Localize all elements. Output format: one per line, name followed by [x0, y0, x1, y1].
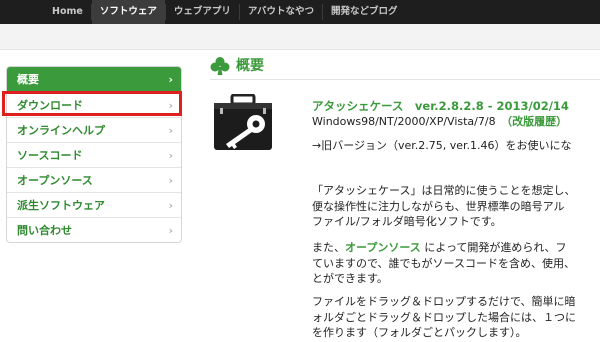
sidebar-item-open-source[interactable]: オープンソース ›	[7, 167, 181, 192]
text-line: を作ります（フォルダごとパックします）。	[312, 326, 527, 339]
chevron-right-icon: ›	[168, 224, 173, 237]
text-line: また、オープンソース によって開発が進められ、フ	[312, 240, 575, 256]
chevron-right-icon: ›	[168, 99, 173, 112]
page-title: 概要	[236, 58, 264, 74]
text-segment: によって開発が進められ、フ	[424, 241, 567, 254]
text-line: ファイルをドラッグ＆ドロップするだけで、簡単に暗	[312, 295, 576, 308]
briefcase-key-icon	[214, 94, 272, 150]
sidebar-item-online-help[interactable]: オンラインヘルプ ›	[7, 117, 181, 142]
sidebar-item-download[interactable]: ダウンロード ›	[7, 92, 181, 117]
supported-os: Windows98/NT/2000/XP/Vista/7/8 （改版履歴）	[312, 113, 567, 129]
os-text: Windows98/NT/2000/XP/Vista/7/8	[312, 115, 507, 128]
nav-about[interactable]: アバウトなやつ	[240, 0, 322, 24]
nav-software[interactable]: ソフトウェア	[91, 0, 165, 24]
chevron-right-icon: ›	[168, 149, 173, 162]
sidebar-item-derived-software[interactable]: 派生ソフトウェア ›	[7, 192, 181, 217]
section-header: 概要	[210, 52, 600, 80]
sidebar-item-overview[interactable]: 概要 ›	[7, 67, 181, 92]
top-navigation-bar: Home ソフトウェア ウェブアプリ アバウトなやつ 開発などブログ	[0, 0, 600, 24]
club-icon	[210, 57, 230, 75]
sidebar-item-label: オープンソース	[17, 174, 93, 187]
sidebar-item-contact[interactable]: 問い合わせ ›	[7, 217, 181, 242]
nav-webapps[interactable]: ウェブアプリ	[166, 0, 239, 24]
header-band	[0, 24, 600, 50]
text-line: とができます。	[312, 272, 388, 285]
open-source-link[interactable]: オープンソース	[345, 241, 421, 254]
text-line: ファイル/フォルダ暗号化ソフトです。	[312, 215, 502, 228]
old-versions-link[interactable]: →旧バージョン（ver.2.75, ver.1.46）をお使いにな	[312, 137, 572, 153]
history-link[interactable]: （改版履歴）	[507, 115, 568, 128]
sidebar-item-label: 問い合わせ	[17, 224, 72, 237]
text-line: ォルダごとドラッグ＆ドロップした場合には、１つに	[312, 310, 576, 324]
text-line: 便な操作性に注力しながらも、世界標準の暗号アル	[312, 199, 565, 213]
text-line: 「アタッシェケース」は日常的に使うことを想定し、	[312, 184, 576, 197]
description-paragraph-3: ファイルをドラッグ＆ドロップするだけで、簡単に暗 ォルダごとドラッグ＆ドロップし…	[312, 294, 576, 341]
sidebar-item-label: オンラインヘルプ	[17, 124, 105, 137]
chevron-right-icon: ›	[168, 73, 173, 86]
app-version-title: アタッシェケース ver.2.8.2.8 - 2013/02/14	[312, 99, 569, 113]
chevron-right-icon: ›	[168, 199, 173, 212]
chevron-right-icon: ›	[168, 174, 173, 187]
sidebar-item-source-code[interactable]: ソースコード ›	[7, 142, 181, 167]
sidebar-item-label: ダウンロード	[17, 99, 83, 112]
sidebar-item-label: ソースコード	[17, 149, 83, 162]
nav-blog[interactable]: 開発などブログ	[323, 0, 406, 24]
description-paragraph-1: 「アタッシェケース」は日常的に使うことを想定し、 便な操作性に注力しながらも、世…	[312, 183, 575, 230]
text-line: ていますので、誰でもがソースコードを含め、使用、	[312, 256, 576, 270]
chevron-right-icon: ›	[168, 124, 173, 137]
sidebar-item-label: 概要	[17, 73, 39, 86]
description-paragraph-2: また、オープンソース によって開発が進められ、フ ていますので、誰でもがソースコ…	[312, 240, 575, 287]
sidebar-menu: 概要 › ダウンロード › オンラインヘルプ › ソースコード › オープンソー…	[6, 66, 182, 243]
text-segment: また、	[312, 241, 345, 254]
nav-home[interactable]: Home	[44, 0, 91, 24]
sidebar-item-label: 派生ソフトウェア	[17, 199, 105, 212]
